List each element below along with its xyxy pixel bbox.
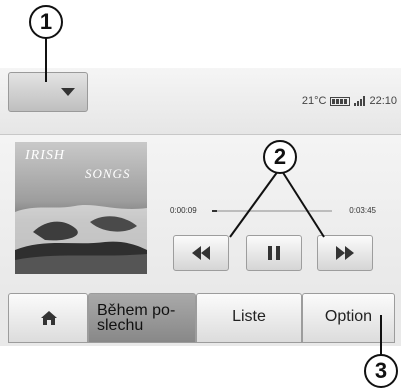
tab-now-playing-label: Během po- slechu (97, 302, 176, 334)
callout-2-lines (229, 170, 325, 238)
callout-1-line (45, 38, 47, 82)
callout-3: 3 (364, 354, 398, 388)
album-art: IRISH SONGS (15, 142, 147, 274)
total-time: 0:03:45 (349, 206, 376, 215)
progress-fill (212, 210, 217, 212)
elapsed-time: 0:00:09 (170, 206, 197, 215)
pause-icon (268, 246, 280, 260)
tab-home[interactable] (8, 293, 88, 343)
callout-2: 2 (263, 140, 297, 174)
battery-icon (330, 96, 351, 106)
status-bar: 21°C 22:10 (302, 93, 397, 109)
callout-3-line (380, 315, 382, 355)
chevron-down-icon (61, 88, 75, 96)
tab-list-label: Liste (232, 308, 266, 325)
home-icon (41, 311, 57, 325)
temperature: 21°C (301, 95, 327, 107)
album-photo (15, 205, 147, 274)
rewind-icon (192, 246, 210, 260)
tab-list[interactable]: Liste (196, 293, 302, 343)
callout-1: 1 (29, 5, 63, 39)
source-dropdown[interactable] (8, 72, 88, 112)
tab-now-playing[interactable]: Během po- slechu (88, 293, 196, 343)
fast-forward-icon (336, 246, 354, 260)
clock: 22:10 (369, 95, 397, 107)
signal-icon (354, 96, 366, 106)
